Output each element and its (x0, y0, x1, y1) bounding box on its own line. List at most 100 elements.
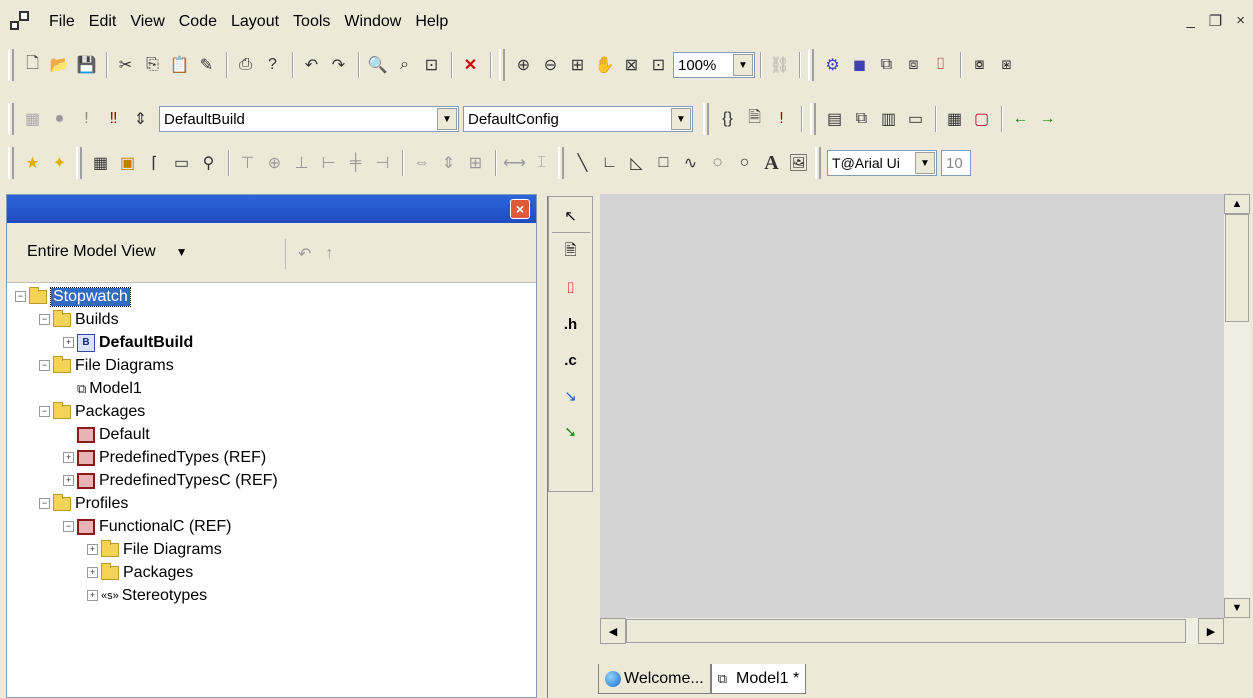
tree-item[interactable]: − File Diagrams (39, 354, 174, 377)
toolbar-grip[interactable] (703, 103, 709, 135)
space-horizontal-icon[interactable]: ⟷ (502, 151, 527, 176)
tree-item-label[interactable]: Packages (123, 564, 193, 582)
dependency-icon[interactable]: ↘ (552, 379, 590, 413)
toolbar-grip[interactable] (810, 103, 816, 135)
file-icon[interactable]: 🗎 (552, 235, 590, 269)
chevron-down-icon[interactable]: ▼ (915, 152, 935, 174)
paste-icon[interactable]: 📋 (167, 53, 192, 78)
tree-item-label[interactable]: PredefinedTypesC (REF) (99, 472, 278, 490)
tree-item-label[interactable]: Default (99, 426, 150, 444)
browser-title-bar[interactable]: × (7, 195, 536, 223)
collapse-icon[interactable]: − (39, 360, 50, 371)
more-diagram-icon[interactable]: ⧆ (994, 53, 1019, 78)
source-file-icon[interactable]: .c (552, 343, 590, 377)
align-top-icon[interactable]: ⊤ (235, 151, 260, 176)
tree-item[interactable]: + PredefinedTypes (REF) (63, 446, 266, 469)
menu-edit[interactable]: Edit (82, 10, 124, 34)
make-icon[interactable]: ▦ (20, 107, 45, 132)
collapse-icon[interactable]: − (39, 314, 50, 325)
tree-item-label[interactable]: Stereotypes (122, 587, 207, 605)
tree-item-label[interactable]: Stopwatch (50, 286, 131, 307)
polyline-icon[interactable]: ∟ (597, 151, 622, 176)
run-icon[interactable]: ! (74, 107, 99, 132)
diagrams-icon[interactable]: ⚙ (820, 53, 845, 78)
package-diagram-icon[interactable]: ⧇ (967, 53, 992, 78)
undo-icon[interactable]: ↶ (299, 53, 324, 78)
expand-icon[interactable]: + (87, 590, 98, 601)
pan-hand-icon[interactable]: ✋ (592, 53, 617, 78)
toolbar-grip[interactable] (8, 49, 14, 81)
features-icon[interactable]: ⧉ (849, 107, 874, 132)
tree-item-label[interactable]: DefaultBuild (99, 334, 193, 352)
align-left-icon[interactable]: ⊢ (316, 151, 341, 176)
toolbar-grip[interactable] (815, 147, 821, 179)
minimize-button[interactable]: _ (1186, 12, 1194, 30)
zoom-in-icon[interactable]: ⊕ (511, 53, 536, 78)
redo-icon[interactable]: ↷ (326, 53, 351, 78)
expand-icon[interactable]: + (63, 475, 74, 486)
tree-item[interactable]: − Builds (39, 308, 119, 331)
collapse-icon[interactable]: − (15, 291, 26, 302)
sequence-icon[interactable]: ⌷ (928, 53, 953, 78)
zoom-out-icon[interactable]: ⊖ (538, 53, 563, 78)
rectangle-icon[interactable]: □ (651, 151, 676, 176)
build-dropdown[interactable]: DefaultBuild ▼ (159, 106, 459, 132)
chevron-down-icon[interactable]: ▼ (437, 108, 457, 130)
expand-icon[interactable]: + (87, 544, 98, 555)
tree-item-label[interactable]: Model1 (89, 380, 141, 398)
tree-item[interactable]: − FunctionalC (REF) (63, 515, 231, 538)
save-icon[interactable]: 💾 (74, 53, 99, 78)
font-size-dropdown[interactable]: 10 (941, 150, 971, 176)
restore-button[interactable]: ❐ (1209, 12, 1222, 30)
config-dropdown[interactable]: DefaultConfig ▼ (463, 106, 693, 132)
menu-layout[interactable]: Layout (224, 10, 286, 34)
same-height-icon[interactable]: ⇕ (436, 151, 461, 176)
tree-item[interactable]: Default (77, 423, 150, 446)
scroll-thumb[interactable] (626, 619, 1186, 643)
expand-icon[interactable]: + (63, 337, 74, 348)
horizontal-scrollbar[interactable]: ◀ ▶ (600, 618, 1224, 644)
line-icon[interactable]: ╲ (570, 151, 595, 176)
active-window-icon[interactable]: ▢ (969, 107, 994, 132)
tree-item[interactable]: − Profiles (39, 492, 128, 515)
delete-icon[interactable]: ✕ (458, 53, 483, 78)
tree-item[interactable]: + File Diagrams (87, 538, 222, 561)
model-diagram-icon[interactable]: ⧉ (874, 53, 899, 78)
find-in-model-icon[interactable]: ⌕ (392, 53, 417, 78)
scroll-up-icon[interactable]: ▲ (1224, 194, 1250, 214)
links-icon[interactable]: ⛓ (767, 53, 792, 78)
navigate-up-icon[interactable]: ↑ (325, 245, 333, 263)
open-folder-icon[interactable]: 📂 (47, 53, 72, 78)
scroll-thumb[interactable] (1225, 214, 1249, 322)
tree-item[interactable]: − Packages (39, 400, 145, 423)
expand-icon[interactable]: + (87, 567, 98, 578)
tab-welcome[interactable]: Welcome... (598, 664, 711, 694)
toolbar-grip[interactable] (558, 147, 564, 179)
tree-item[interactable]: ⧉ Model1 (77, 377, 142, 400)
window-icon[interactable]: ▭ (903, 107, 928, 132)
help-icon[interactable]: ? (260, 53, 285, 78)
scroll-down-icon[interactable]: ▼ (1224, 598, 1250, 618)
grid-icon[interactable]: ▦ (942, 107, 967, 132)
view-selector[interactable]: Entire Model View ▼ (27, 243, 188, 261)
freeshape-icon[interactable]: ◌ (705, 151, 730, 176)
splitter[interactable] (540, 196, 548, 698)
align-middle-icon[interactable]: ⊕ (262, 151, 287, 176)
chevron-down-icon[interactable]: ▼ (733, 54, 753, 76)
tree-item-label[interactable]: File Diagrams (75, 357, 174, 375)
code-braces-icon[interactable]: {} (715, 107, 740, 132)
cut-icon[interactable]: ✂ (113, 53, 138, 78)
toolbar-grip[interactable] (499, 49, 505, 81)
zoom-dropdown[interactable]: 100% ▼ (673, 52, 755, 78)
document-icon[interactable]: 🗎 (742, 107, 767, 132)
tree-item-label[interactable]: Builds (75, 311, 119, 329)
tree-item-label[interactable]: Profiles (75, 495, 128, 513)
text-icon[interactable]: A (759, 151, 784, 176)
tree-item-label[interactable]: File Diagrams (123, 541, 222, 559)
tree-item-label[interactable]: PredefinedTypes (REF) (99, 449, 266, 467)
tree-item[interactable]: + B DefaultBuild (63, 331, 193, 354)
stamp-mode-icon[interactable]: ▦ (88, 151, 113, 176)
same-width-icon[interactable]: ⇔ (409, 151, 434, 176)
ruler-icon[interactable]: ⌈ (142, 151, 167, 176)
app-icon[interactable] (8, 9, 34, 35)
